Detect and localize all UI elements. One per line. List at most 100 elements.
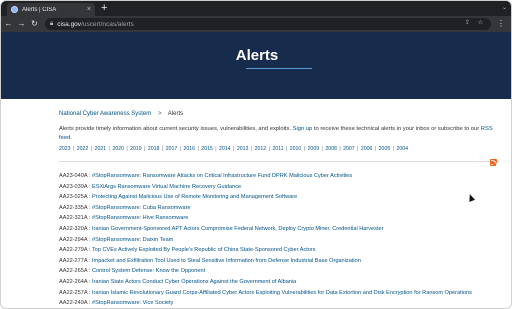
year-separator: | [142, 146, 147, 152]
breadcrumb: National Cyber Awareness System > Alerts [59, 111, 183, 117]
year-separator: | [213, 146, 219, 152]
alert-title-link[interactable]: Iranian Islamic Revolutionary Guard Corp… [92, 290, 472, 296]
alert-title-link[interactable]: ESXiArgs Ransomware Virtual Machine Reco… [92, 184, 241, 190]
alerts-list: AA23-040A : #StopRansomware: Ransomware … [59, 171, 499, 308]
alert-id: AA22-320A [59, 225, 88, 232]
address-bar[interactable]: 🔒︎ cisa.gov/uscert/ncas/alerts ⇪ ☆ [45, 18, 491, 30]
list-item: AA22-279A : Top CVEs Actively Exploited … [59, 245, 499, 256]
tab-title: Alerts | CISA [22, 6, 57, 13]
bookmark-star-icon[interactable]: ⇪ ☆ [465, 19, 486, 26]
year-link[interactable]: 2013 [237, 146, 249, 152]
breadcrumb-link-ncas[interactable]: National Cyber Awareness System [59, 111, 151, 117]
alert-title-link[interactable]: Protecting Against Malicious Use of Remo… [92, 194, 297, 200]
forward-icon[interactable]: → [16, 16, 27, 32]
list-item: AA23-039A : ESXiArgs Ransomware Virtual … [59, 182, 499, 193]
year-link[interactable]: 2005 [379, 146, 391, 152]
close-tab-icon[interactable]: × [87, 6, 91, 13]
intro-text-before: Alerts provide timely information about … [59, 126, 293, 132]
list-item: AA23-025A : Protecting Against Malicious… [59, 192, 499, 203]
year-link[interactable]: 2019 [130, 146, 142, 152]
year-link[interactable]: 2008 [325, 146, 337, 152]
year-separator: | [231, 146, 236, 152]
alert-title-link[interactable]: Control System Defense: Know the Opponen… [92, 268, 205, 274]
year-link[interactable]: 2004 [396, 146, 408, 152]
year-link[interactable]: 2016 [183, 146, 195, 152]
reload-icon[interactable]: ↻ [29, 16, 40, 32]
intro-text: Alerts provide timely information about … [59, 125, 499, 143]
year-separator: | [196, 146, 201, 152]
alert-title-link[interactable]: #StopRansomware: Daixin Team [92, 237, 173, 243]
alert-id: AA22-257A [59, 289, 88, 296]
alert-title-link[interactable]: Impacket and Exfiltration Tool Used to S… [92, 258, 361, 264]
alert-title-link[interactable]: #StopRansomware: Cuba Ransomware [92, 205, 191, 211]
intro-text-after: . [70, 135, 72, 141]
list-item: AA22-264A : Iranian State Actors Conduct… [59, 277, 499, 288]
list-item: AA22-335A : #StopRansomware: Cuba Ransom… [59, 203, 499, 214]
year-link[interactable]: 2006 [361, 146, 373, 152]
alert-title-link[interactable]: Top CVEs Actively Exploited By People's … [92, 247, 316, 253]
year-separator: | [337, 146, 343, 152]
year-link[interactable]: 2010 [290, 146, 302, 152]
alert-title-link[interactable]: #StopRansomware: Hive Ransomware [92, 215, 188, 221]
tab-search-icon[interactable]: ⌄ [502, 4, 507, 11]
alert-id: AA22-265A [59, 268, 88, 275]
year-link[interactable]: 2011 [272, 146, 283, 152]
year-link[interactable]: 2015 [201, 146, 213, 152]
alert-id: AA22-277A [59, 257, 88, 264]
year-link[interactable]: 2018 [148, 146, 160, 152]
alert-title-link[interactable]: Iranian State Actors Conduct Cyber Opera… [92, 279, 296, 285]
year-link[interactable]: 2017 [166, 146, 178, 152]
alert-id: AA22-249A [59, 300, 88, 307]
year-link[interactable]: 2020 [112, 146, 124, 152]
year-separator: | [107, 146, 112, 152]
alert-title-link[interactable]: #StopRansomware: Vice Society [92, 300, 173, 306]
sign-up-link[interactable]: Sign up [293, 126, 313, 132]
alert-title-link[interactable]: Iranian Government-Sponsored APT Actors … [92, 226, 384, 232]
cisa-seal-icon [11, 6, 18, 13]
year-link[interactable]: 2021 [95, 146, 107, 152]
list-item: AA22-277A : Impacket and Exfiltration To… [59, 256, 499, 267]
year-separator: | [178, 146, 183, 152]
rss-icon[interactable] [490, 159, 497, 166]
list-item: AA23-040A : #StopRansomware: Ransomware … [59, 171, 499, 182]
alert-id: AA22-335A [59, 204, 88, 211]
year-link[interactable]: 2014 [219, 146, 231, 152]
year-link[interactable]: 2022 [77, 146, 89, 152]
alert-id: AA23-025A [59, 194, 88, 201]
year-separator: | [355, 146, 360, 152]
alert-id: AA23-039A [59, 183, 88, 190]
year-separator: | [320, 146, 325, 152]
intro-text-middle: to receive these technical alerts in you… [312, 126, 481, 132]
alert-id: AA22-279A [59, 247, 88, 254]
alert-title-link[interactable]: #StopRansomware: Ransomware Attacks on C… [92, 173, 352, 179]
year-separator: | [124, 146, 130, 152]
year-separator: | [71, 146, 76, 152]
browser-window: Alerts | CISA × + ⌄ ← → ↻ 🔒︎ cisa.gov/us… [0, 0, 512, 309]
year-separator: | [373, 146, 378, 152]
new-tab-button[interactable]: + [101, 2, 107, 14]
year-separator: | [302, 146, 307, 152]
alert-id: AA22-321A [59, 215, 88, 222]
back-icon[interactable]: ← [3, 16, 14, 32]
tab-alerts-cisa[interactable]: Alerts | CISA × [7, 3, 95, 16]
list-item: AA22-294A : #StopRansomware: Daixin Team [59, 235, 499, 246]
year-separator: | [89, 146, 94, 152]
year-link[interactable]: 2009 [308, 146, 320, 152]
year-link[interactable]: 2012 [255, 146, 267, 152]
year-link[interactable]: 2007 [343, 146, 355, 152]
list-item: AA22-249A : #StopRansomware: Vice Societ… [59, 298, 499, 308]
tab-strip: Alerts | CISA × + ⌄ [1, 1, 511, 16]
lock-icon[interactable]: 🔒︎ [50, 21, 53, 28]
list-item: AA22-321A : #StopRansomware: Hive Ransom… [59, 213, 499, 224]
browser-menu-icon[interactable]: ⋮ [497, 16, 505, 32]
alert-id: AA22-294A [59, 236, 88, 243]
url-text: cisa.gov/uscert/ncas/alerts [57, 21, 134, 28]
year-separator: | [160, 146, 165, 152]
list-item: AA22-265A : Control System Defense: Know… [59, 266, 499, 277]
year-link[interactable]: 2023 [59, 146, 71, 152]
breadcrumb-current: Alerts [167, 111, 184, 117]
alert-id: AA23-040A [59, 173, 88, 179]
year-separator: | [391, 146, 396, 152]
url-path: /uscert/ncas/alerts [81, 20, 134, 28]
title-underline [246, 68, 312, 69]
